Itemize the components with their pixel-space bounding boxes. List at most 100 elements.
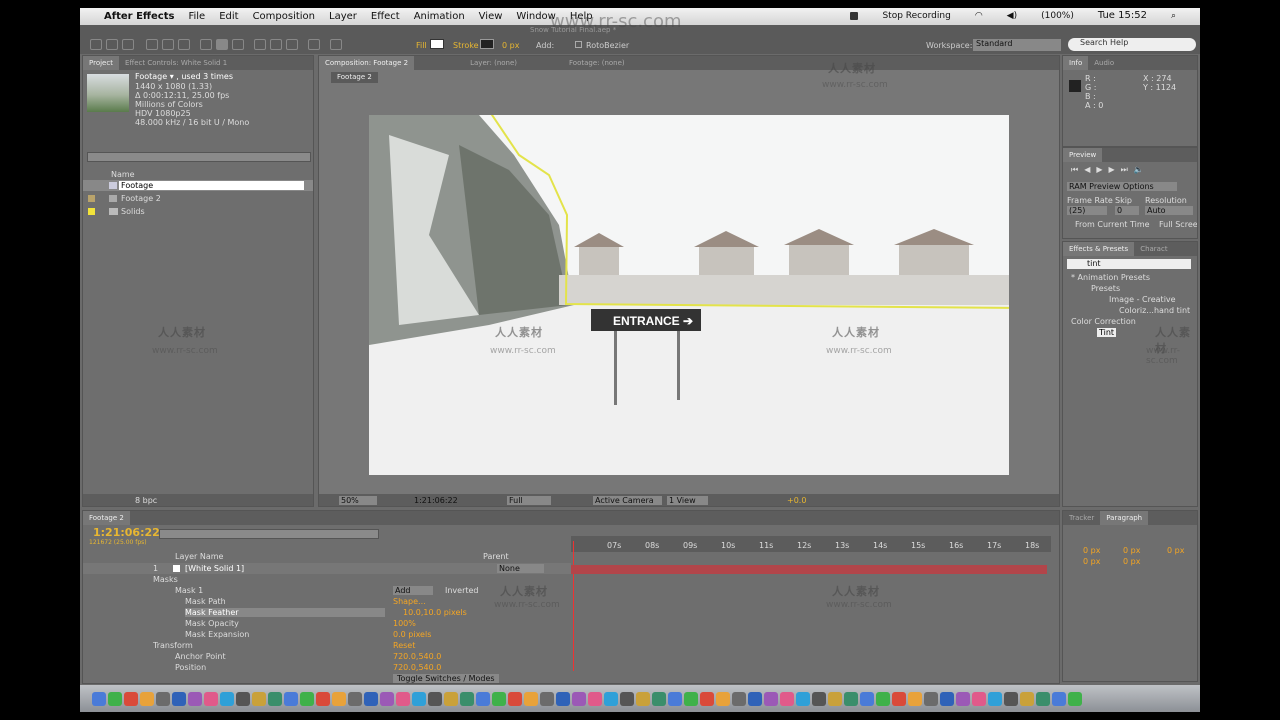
dock-app-icon[interactable]	[428, 691, 442, 706]
dock-app-icon[interactable]	[492, 691, 506, 706]
tab-effects-presets[interactable]: Effects & Presets	[1063, 242, 1135, 256]
timeline-timecode[interactable]: 1:21:06:22	[93, 526, 160, 539]
dock-app-icon[interactable]	[124, 691, 138, 706]
dock-app-icon[interactable]	[668, 691, 682, 706]
puppet-tool-icon[interactable]	[330, 39, 342, 50]
dock-app-icon[interactable]	[988, 691, 1002, 706]
hand-tool-icon[interactable]	[106, 39, 118, 50]
dock-app-icon[interactable]	[572, 691, 586, 706]
dock-app-icon[interactable]	[396, 691, 410, 706]
menu-window[interactable]: Window	[516, 11, 555, 22]
tree-colorize-hand-tint[interactable]: Coloriz...hand tint	[1119, 306, 1190, 315]
dock-app-icon[interactable]	[364, 691, 378, 706]
project-item-footage[interactable]: Footage	[83, 180, 313, 191]
tab-layer[interactable]: Layer: (none)	[464, 56, 523, 70]
dock-app-icon[interactable]	[524, 691, 538, 706]
menu-app-name[interactable]: After Effects	[104, 11, 174, 22]
dock-app-icon[interactable]	[652, 691, 666, 706]
roto-brush-icon[interactable]	[308, 39, 320, 50]
pen-tool-icon[interactable]	[216, 39, 228, 50]
stop-recording[interactable]: Stop Recording	[882, 11, 950, 21]
menu-view[interactable]: View	[479, 11, 503, 22]
skip-select[interactable]: 0	[1115, 206, 1139, 215]
dock-app-icon[interactable]	[348, 691, 362, 706]
anchor-point-value[interactable]: 720.0,540.0	[393, 652, 441, 661]
selection-tool-icon[interactable]	[90, 39, 102, 50]
mask-mode-select[interactable]: Add	[393, 586, 433, 595]
space-before[interactable]: 0 px	[1083, 557, 1100, 566]
dock-app-icon[interactable]	[684, 691, 698, 706]
tab-timeline[interactable]: Footage 2	[83, 511, 130, 525]
zoom-tool-icon[interactable]	[122, 39, 134, 50]
menu-help[interactable]: Help	[570, 11, 593, 22]
dock-app-icon[interactable]	[476, 691, 490, 706]
dock-app-icon[interactable]	[188, 691, 202, 706]
dock-app-icon[interactable]	[636, 691, 650, 706]
layer-bar[interactable]	[571, 565, 1047, 574]
dock-app-icon[interactable]	[316, 691, 330, 706]
prop-mask-1[interactable]: Mask 1	[175, 586, 203, 595]
dock-app-icon[interactable]	[284, 691, 298, 706]
camera-tool-icon[interactable]	[162, 39, 174, 50]
brush-tool-icon[interactable]	[254, 39, 266, 50]
rotate-tool-icon[interactable]	[146, 39, 158, 50]
timeline-search-input[interactable]	[159, 529, 379, 539]
ram-preview-select[interactable]: RAM Preview Options	[1067, 182, 1177, 191]
dock-app-icon[interactable]	[220, 691, 234, 706]
prop-mask-feather[interactable]: Mask Feather	[185, 608, 385, 617]
dock-app-icon[interactable]	[508, 691, 522, 706]
dock-app-icon[interactable]	[332, 691, 346, 706]
inverted-label[interactable]: Inverted	[445, 586, 479, 595]
prop-anchor-point[interactable]: Anchor Point	[175, 652, 226, 661]
menu-edit[interactable]: Edit	[219, 11, 238, 22]
indent-left[interactable]: 0 px	[1083, 546, 1100, 555]
tab-effect-controls[interactable]: Effect Controls: White Solid 1	[119, 56, 233, 70]
dock-app-icon[interactable]	[588, 691, 602, 706]
exposure-value[interactable]: +0.0	[787, 496, 806, 505]
menu-animation[interactable]: Animation	[414, 11, 465, 22]
search-help-input[interactable]: Search Help	[1068, 38, 1196, 51]
dock-app-icon[interactable]	[204, 691, 218, 706]
dock-app-icon[interactable]	[1052, 691, 1066, 706]
tab-info[interactable]: Info	[1063, 56, 1089, 70]
dock-app-icon[interactable]	[924, 691, 938, 706]
transform-reset[interactable]: Reset	[393, 641, 415, 650]
project-search-input[interactable]	[87, 152, 311, 162]
tree-presets[interactable]: Presets	[1091, 284, 1120, 293]
position-value[interactable]: 720.0,540.0	[393, 663, 441, 672]
dock-app-icon[interactable]	[236, 691, 250, 706]
zoom-select[interactable]: 50%	[339, 496, 377, 505]
tree-animation-presets[interactable]: * Animation Presets	[1071, 273, 1150, 282]
wifi-icon[interactable]: ◠	[975, 11, 983, 21]
frame-rate-select[interactable]: (25)	[1067, 206, 1107, 215]
column-name[interactable]: Name	[111, 170, 135, 179]
dock-app-icon[interactable]	[860, 691, 874, 706]
prop-masks[interactable]: Masks	[153, 575, 178, 584]
tree-image-creative[interactable]: Image - Creative	[1109, 295, 1176, 304]
dock-app-icon[interactable]	[1068, 691, 1082, 706]
stroke-swatch[interactable]	[480, 39, 494, 49]
column-parent[interactable]: Parent	[483, 552, 509, 561]
dock-app-icon[interactable]	[1020, 691, 1034, 706]
dock-app-icon[interactable]	[412, 691, 426, 706]
dock-app-icon[interactable]	[972, 691, 986, 706]
dock-app-icon[interactable]	[716, 691, 730, 706]
dock-app-icon[interactable]	[620, 691, 634, 706]
dock-app-icon[interactable]	[92, 691, 106, 706]
dock-app-icon[interactable]	[1036, 691, 1050, 706]
tree-tint[interactable]: Tint	[1097, 328, 1117, 337]
tree-color-correction[interactable]: Color Correction	[1071, 317, 1136, 326]
dock-app-icon[interactable]	[940, 691, 954, 706]
dock-app-icon[interactable]	[172, 691, 186, 706]
dock-app-icon[interactable]	[300, 691, 314, 706]
dock-app-icon[interactable]	[380, 691, 394, 706]
dock-app-icon[interactable]	[956, 691, 970, 706]
column-layer-name[interactable]: Layer Name	[175, 552, 223, 561]
dock-app-icon[interactable]	[156, 691, 170, 706]
prop-position[interactable]: Position	[175, 663, 206, 672]
prop-transform[interactable]: Transform	[153, 641, 193, 650]
mask-feather-value[interactable]: 10.0,10.0 pixels	[403, 608, 467, 617]
tab-composition[interactable]: Composition: Footage 2	[319, 56, 415, 70]
full-screen[interactable]: Full Screen	[1159, 220, 1197, 229]
tab-paragraph[interactable]: Paragraph	[1100, 511, 1149, 525]
